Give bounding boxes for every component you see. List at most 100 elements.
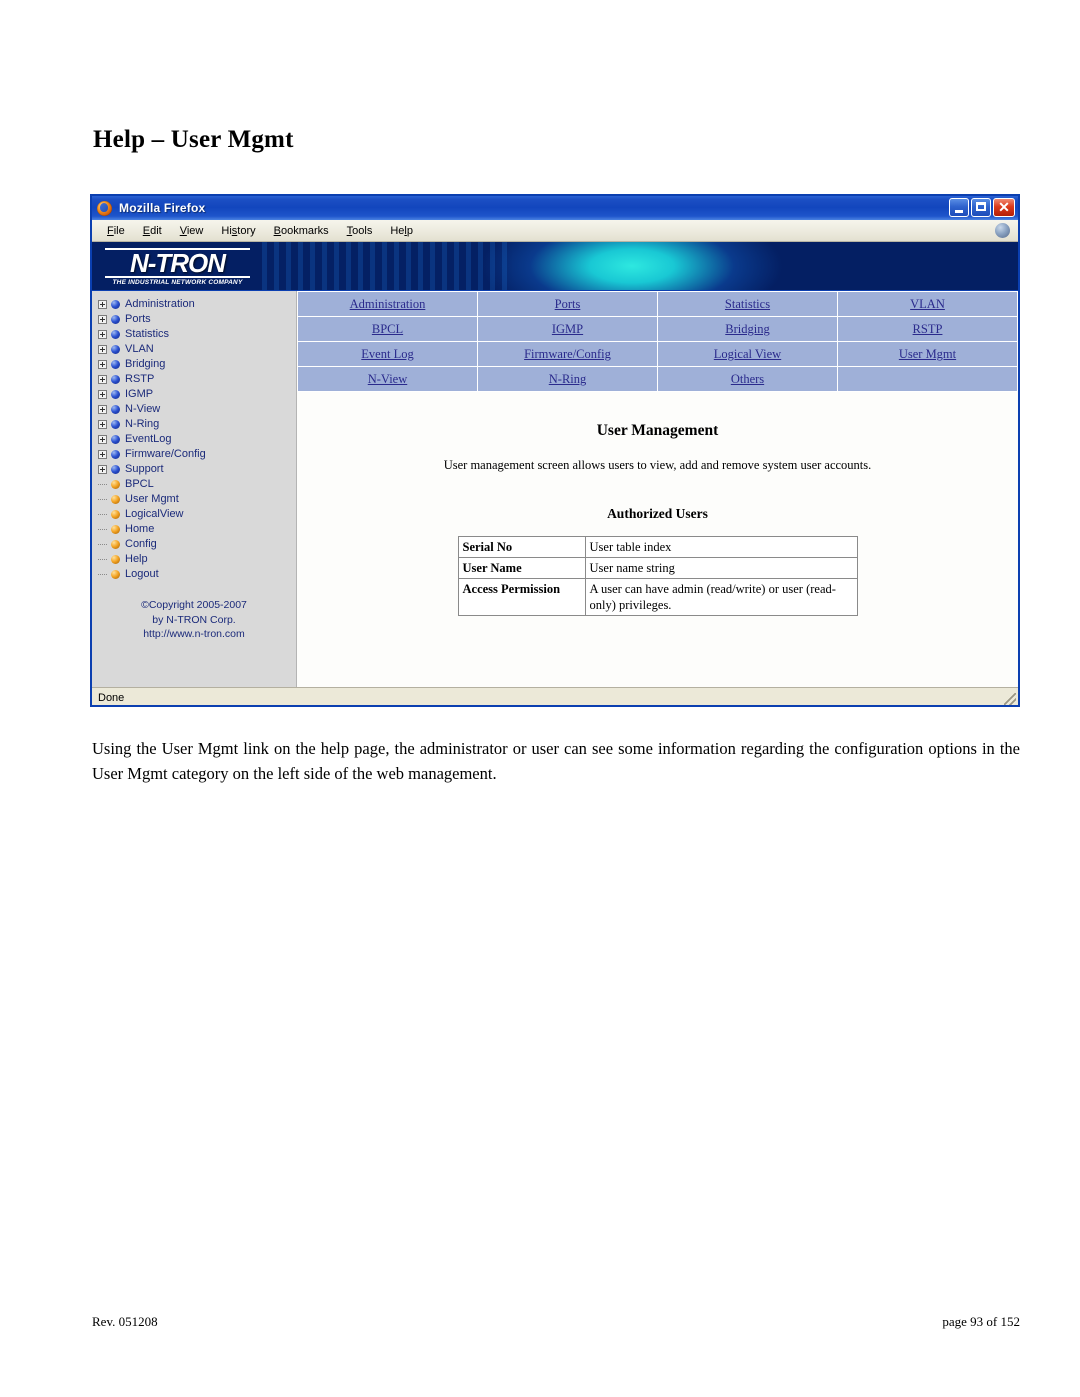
nav-link-n-view[interactable]: N-View [368,372,408,386]
sidebar-item-label: Bridging [125,358,166,370]
nav-cell[interactable]: Statistics [657,291,838,317]
sidebar-item-logicalview[interactable]: LogicalView [96,507,296,522]
nav-cell[interactable]: BPCL [297,316,478,342]
sidebar-item-rstp[interactable]: RSTP [96,372,296,387]
sidebar-item-support[interactable]: Support [96,462,296,477]
sidebar-item-eventlog[interactable]: EventLog [96,432,296,447]
nav-cell[interactable]: User Mgmt [837,341,1018,367]
nav-cell[interactable]: N-View [297,366,478,392]
menu-view[interactable]: View [171,223,213,239]
sidebar-item-label: Statistics [125,328,170,340]
minimize-button[interactable] [949,198,969,217]
node-bullet-icon [111,360,120,369]
sidebar-item-home[interactable]: Home [96,522,296,537]
node-bullet-icon [111,405,120,414]
expander-plus-icon[interactable] [98,450,107,459]
sidebar-item-bridging[interactable]: Bridging [96,357,296,372]
sidebar-item-igmp[interactable]: IGMP [96,387,296,402]
leaf-bullet-icon [111,495,120,504]
sidebar-item-statistics[interactable]: Statistics [96,327,296,342]
tree-connector-icon [98,483,107,486]
copyright-line-2: by N-TRON Corp. [152,613,236,626]
ntron-banner: N-TRON THE INDUSTRIAL NETWORK COMPANY [92,242,1018,291]
firefox-icon [97,200,112,216]
nav-link-firmware-config[interactable]: Firmware/Config [524,347,611,361]
expander-plus-icon[interactable] [98,405,107,414]
nav-cell-empty [837,366,1018,392]
menu-tools[interactable]: Tools [338,223,382,239]
nav-link-bridging[interactable]: Bridging [725,322,769,336]
sidebar-item-administration[interactable]: Administration [96,297,296,312]
expander-plus-icon[interactable] [98,360,107,369]
nav-cell[interactable]: Event Log [297,341,478,367]
expander-plus-icon[interactable] [98,390,107,399]
nav-link-event-log[interactable]: Event Log [361,347,413,361]
menu-tools-post: ools [352,224,373,237]
close-button[interactable]: ✕ [993,198,1015,217]
sidebar-item-help[interactable]: Help [96,552,296,567]
nav-cell[interactable]: RSTP [837,316,1018,342]
nav-link-administration[interactable]: Administration [350,297,426,311]
node-bullet-icon [111,435,120,444]
nav-cell[interactable]: Administration [297,291,478,317]
nav-cell[interactable]: Logical View [657,341,838,367]
nav-row: N-View N-Ring Others [297,366,1018,392]
sidebar-item-bpcl[interactable]: BPCL [96,477,296,492]
sidebar-item-label: Administration [125,298,195,310]
nav-link-igmp[interactable]: IGMP [552,322,583,336]
expander-plus-icon[interactable] [98,330,107,339]
panel-heading: User Management [596,422,719,439]
nav-link-rstp[interactable]: RSTP [913,322,943,336]
nav-cell[interactable]: Ports [477,291,658,317]
browser-statusbar: Done [92,687,1018,705]
sidebar-item-ports[interactable]: Ports [96,312,296,327]
sidebar-item-n-view[interactable]: N-View [96,402,296,417]
nav-link-others[interactable]: Others [731,372,764,386]
maximize-button[interactable] [971,198,991,217]
nav-cell[interactable]: Bridging [657,316,838,342]
sidebar-item-label: Help [125,553,148,565]
sidebar-item-label: IGMP [125,388,154,400]
tree-connector-icon [98,513,107,516]
menu-bookmarks-post: ookmarks [280,224,329,237]
expander-plus-icon[interactable] [98,465,107,474]
nav-link-vlan[interactable]: VLAN [910,297,945,311]
expander-plus-icon[interactable] [98,345,107,354]
nav-cell[interactable]: IGMP [477,316,658,342]
menu-history[interactable]: History [212,223,264,239]
page-footer: Rev. 051208 page 93 of 152 [92,1314,1020,1330]
nav-cell[interactable]: VLAN [837,291,1018,317]
sidebar-item-config[interactable]: Config [96,537,296,552]
copyright-url[interactable]: http://www.n-tron.com [96,627,292,642]
expander-plus-icon[interactable] [98,420,107,429]
expander-plus-icon[interactable] [98,375,107,384]
nav-link-user-mgmt[interactable]: User Mgmt [899,347,956,361]
sidebar-item-n-ring[interactable]: N-Ring [96,417,296,432]
nav-cell[interactable]: Others [657,366,838,392]
nav-link-statistics[interactable]: Statistics [725,297,770,311]
expander-plus-icon[interactable] [98,435,107,444]
sidebar-copyright: ©Copyright 2005-2007 by N-TRON Corp. htt… [96,598,296,642]
nav-cell[interactable]: N-Ring [477,366,658,392]
sidebar-item-vlan[interactable]: VLAN [96,342,296,357]
node-bullet-icon [111,450,120,459]
menu-bookmarks[interactable]: Bookmarks [265,223,338,239]
sidebar-item-user-mgmt[interactable]: User Mgmt [96,492,296,507]
expander-plus-icon[interactable] [98,315,107,324]
sidebar-item-firmware-config[interactable]: Firmware/Config [96,447,296,462]
nav-link-n-ring[interactable]: N-Ring [549,372,587,386]
nav-cell[interactable]: Firmware/Config [477,341,658,367]
resize-grip[interactable] [1004,693,1016,705]
row-value: User table index [584,536,858,558]
nav-link-ports[interactable]: Ports [555,297,581,311]
menu-file[interactable]: File [98,223,134,239]
nav-link-logical-view[interactable]: Logical View [714,347,781,361]
expander-plus-icon[interactable] [98,300,107,309]
nav-link-bpcl[interactable]: BPCL [372,322,403,336]
menu-edit[interactable]: Edit [134,223,171,239]
sidebar-item-logout[interactable]: Logout [96,567,296,582]
ntron-logo: N-TRON THE INDUSTRIAL NETWORK COMPANY [105,248,250,286]
menu-help[interactable]: Help [381,223,422,239]
browser-titlebar: Mozilla Firefox ✕ [92,196,1018,220]
sidebar-item-label: Home [125,523,155,535]
